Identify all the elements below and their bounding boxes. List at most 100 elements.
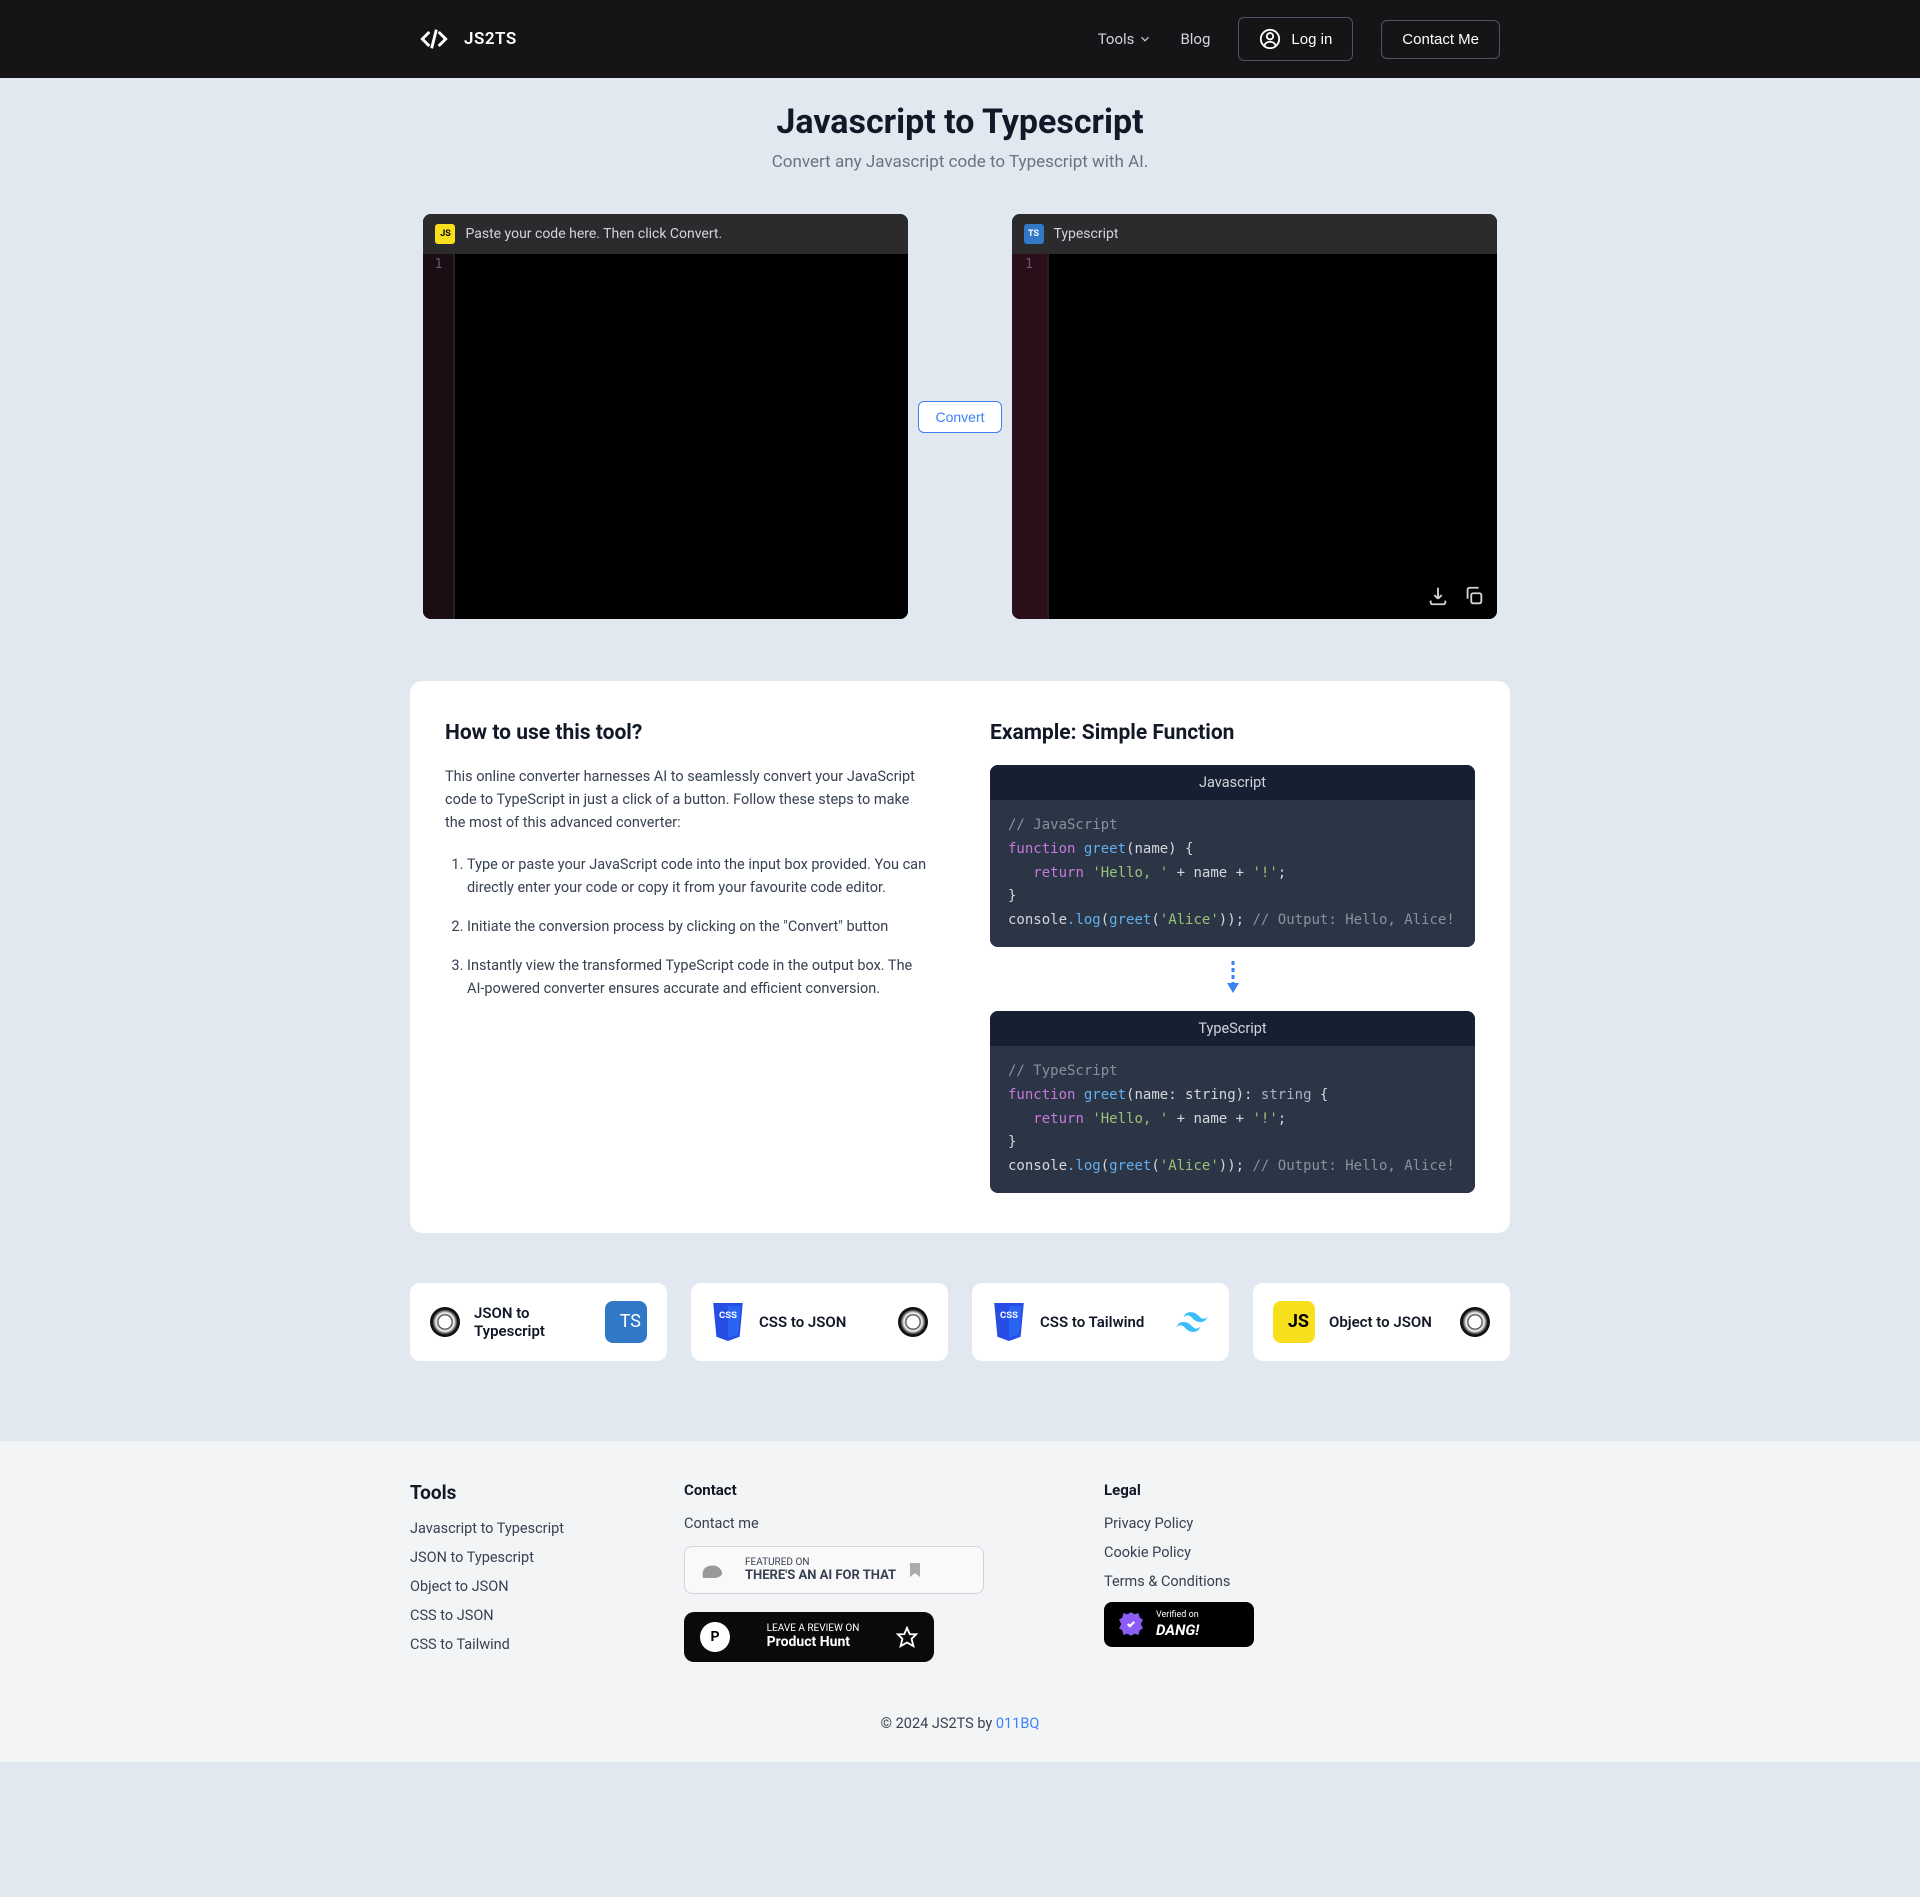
- tool-label: CSS to JSON: [759, 1313, 884, 1331]
- example-js-block: Javascript // JavaScript function greet(…: [990, 765, 1475, 947]
- info-section: How to use this tool? This online conver…: [410, 681, 1510, 1233]
- page-title: Javascript to Typescript: [0, 102, 1920, 142]
- footer-contact: Contact Contact me FEATURED ON THERE'S A…: [684, 1481, 984, 1665]
- how-to: How to use this tool? This online conver…: [445, 721, 930, 1193]
- example-ts-header: TypeScript: [990, 1011, 1475, 1046]
- js-icon: JS: [1273, 1301, 1315, 1343]
- footer-contact-heading: Contact: [684, 1481, 984, 1499]
- json-icon: [1460, 1307, 1490, 1337]
- how-to-intro: This online converter harnesses AI to se…: [445, 765, 930, 835]
- svg-text:CSS: CSS: [1000, 1310, 1018, 1321]
- output-editor-body: 1: [1012, 254, 1497, 619]
- css-icon: CSS: [992, 1303, 1026, 1341]
- main-nav: Tools Blog Log in Contact Me: [1098, 17, 1500, 61]
- footer-link[interactable]: Terms & Conditions: [1104, 1573, 1254, 1590]
- convert-button[interactable]: Convert: [918, 401, 1001, 433]
- product-hunt-badge[interactable]: P LEAVE A REVIEW ON Product Hunt: [684, 1612, 934, 1662]
- bookmark-icon: [908, 1561, 922, 1579]
- footer-link[interactable]: Object to JSON: [410, 1578, 564, 1595]
- copy-icon[interactable]: [1463, 585, 1485, 607]
- footer-contact-link[interactable]: Contact me: [684, 1515, 984, 1532]
- example-ts-block: TypeScript // TypeScript function greet(…: [990, 1011, 1475, 1193]
- login-button[interactable]: Log in: [1238, 17, 1353, 61]
- brand-name: JS2TS: [464, 29, 517, 49]
- tool-label: JSON to Typescript: [474, 1304, 591, 1340]
- css-icon: CSS: [711, 1303, 745, 1341]
- dang-text: Verified on DANG!: [1156, 1610, 1199, 1639]
- nav-tools-label: Tools: [1098, 30, 1135, 48]
- verified-icon: [1118, 1611, 1144, 1637]
- footer-link[interactable]: CSS to Tailwind: [410, 1636, 564, 1653]
- author-link[interactable]: 011BQ: [996, 1715, 1039, 1732]
- example-title: Example: Simple Function: [990, 721, 1475, 745]
- ts-icon: TS: [605, 1301, 647, 1343]
- code-comment: // TypeScript: [1008, 1063, 1118, 1079]
- output-gutter: 1: [1012, 254, 1047, 619]
- step-1: Type or paste your JavaScript code into …: [467, 853, 930, 899]
- tool-card-object-to-json[interactable]: JS Object to JSON: [1253, 1283, 1510, 1361]
- input-editor-header: JS Paste your code here. Then click Conv…: [423, 214, 908, 254]
- output-actions: [1427, 585, 1485, 607]
- tool-card-json-to-ts[interactable]: JSON to Typescript TS: [410, 1283, 667, 1361]
- code-icon: [420, 25, 448, 53]
- footer: Tools Javascript to Typescript JSON to T…: [0, 1441, 1920, 1762]
- example: Example: Simple Function Javascript // J…: [990, 721, 1475, 1193]
- tool-cards: JSON to Typescript TS CSS CSS to JSON CS…: [410, 1283, 1510, 1361]
- footer-tools: Tools Javascript to Typescript JSON to T…: [410, 1481, 564, 1665]
- example-js-body: // JavaScript function greet(name) { ret…: [990, 800, 1475, 947]
- login-label: Log in: [1291, 31, 1332, 48]
- footer-legal: Legal Privacy Policy Cookie Policy Terms…: [1104, 1481, 1254, 1665]
- copyright: © 2024 JS2TS by 011BQ: [0, 1715, 1920, 1732]
- output-label: Typescript: [1054, 226, 1119, 242]
- tool-label: Object to JSON: [1329, 1313, 1446, 1331]
- main-header: JS2TS Tools Blog Log in Contact Me: [0, 0, 1920, 78]
- taaft-badge[interactable]: FEATURED ON THERE'S AN AI FOR THAT: [684, 1546, 984, 1594]
- how-to-title: How to use this tool?: [445, 721, 930, 745]
- example-js-header: Javascript: [990, 765, 1475, 800]
- footer-legal-heading: Legal: [1104, 1481, 1254, 1499]
- output-editor: TS Typescript 1: [1012, 214, 1497, 619]
- dang-badge[interactable]: Verified on DANG!: [1104, 1602, 1254, 1647]
- ph-text: LEAVE A REVIEW ON Product Hunt: [767, 1623, 860, 1650]
- output-editor-header: TS Typescript: [1012, 214, 1497, 254]
- arrow-down-icon: [990, 947, 1475, 1011]
- json-icon: [430, 1307, 460, 1337]
- how-to-steps: Type or paste your JavaScript code into …: [445, 853, 930, 1001]
- user-circle-icon: [1259, 28, 1281, 50]
- step-2: Initiate the conversion process by click…: [467, 915, 930, 938]
- svg-text:CSS: CSS: [719, 1310, 737, 1321]
- input-editor[interactable]: JS Paste your code here. Then click Conv…: [423, 214, 908, 619]
- input-gutter: 1: [423, 254, 453, 619]
- tool-card-css-to-tailwind[interactable]: CSS CSS to Tailwind: [972, 1283, 1229, 1361]
- footer-link[interactable]: CSS to JSON: [410, 1607, 564, 1624]
- footer-link[interactable]: Javascript to Typescript: [410, 1520, 564, 1537]
- input-editor-body[interactable]: 1: [423, 254, 908, 619]
- hero: Javascript to Typescript Convert any Jav…: [0, 78, 1920, 182]
- input-code-area[interactable]: [453, 254, 908, 619]
- download-icon[interactable]: [1427, 585, 1449, 607]
- tool-card-css-to-json[interactable]: CSS CSS to JSON: [691, 1283, 948, 1361]
- footer-link[interactable]: JSON to Typescript: [410, 1549, 564, 1566]
- tailwind-icon: [1175, 1311, 1209, 1333]
- contact-button[interactable]: Contact Me: [1381, 20, 1500, 59]
- js-badge-icon: JS: [435, 224, 455, 244]
- code-comment: // JavaScript: [1008, 817, 1118, 833]
- output-code-area: [1047, 254, 1497, 619]
- nav-tools[interactable]: Tools: [1098, 30, 1153, 48]
- nav-blog[interactable]: Blog: [1180, 30, 1210, 48]
- input-placeholder: Paste your code here. Then click Convert…: [465, 226, 722, 242]
- converter: JS Paste your code here. Then click Conv…: [360, 182, 1560, 651]
- taaft-text: FEATURED ON THERE'S AN AI FOR THAT: [745, 1557, 896, 1583]
- ts-badge-icon: TS: [1024, 224, 1044, 244]
- product-hunt-icon: P: [700, 1622, 730, 1652]
- taaft-icon: [699, 1558, 733, 1582]
- logo-area[interactable]: JS2TS: [420, 25, 517, 53]
- example-ts-body: // TypeScript function greet(name: strin…: [990, 1046, 1475, 1193]
- json-icon: [898, 1307, 928, 1337]
- tool-label: CSS to Tailwind: [1040, 1313, 1161, 1331]
- footer-link[interactable]: Cookie Policy: [1104, 1544, 1254, 1561]
- chevron-down-icon: [1138, 32, 1152, 46]
- page-subtitle: Convert any Javascript code to Typescrip…: [0, 152, 1920, 172]
- footer-link[interactable]: Privacy Policy: [1104, 1515, 1254, 1532]
- step-3: Instantly view the transformed TypeScrip…: [467, 954, 930, 1000]
